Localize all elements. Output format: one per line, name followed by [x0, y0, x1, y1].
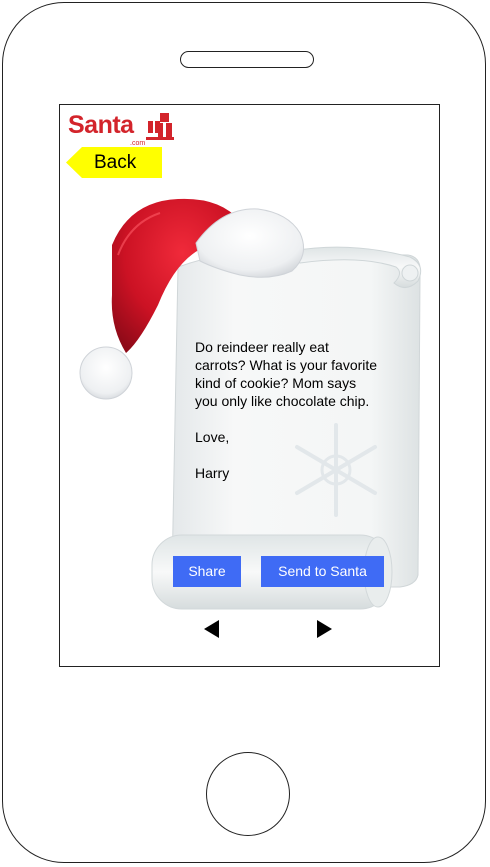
- triangle-right-icon[interactable]: [315, 619, 333, 639]
- triangle-left-icon[interactable]: [203, 619, 221, 639]
- logo-text: Santa: [68, 111, 134, 139]
- speaker-slot: [180, 51, 314, 68]
- back-button[interactable]: Back: [66, 146, 162, 179]
- gift-icon: [146, 113, 174, 140]
- letter-signature: Harry: [195, 465, 230, 481]
- phone-frame: Santa .com Back Do reindeer really eat c…: [2, 2, 486, 863]
- send-to-santa-button[interactable]: Send to Santa: [261, 556, 384, 587]
- home-button[interactable]: [206, 752, 290, 836]
- letter-body: Do reindeer really eat carrots? What is …: [195, 339, 378, 409]
- santa-logo[interactable]: Santa .com: [68, 109, 178, 149]
- share-button[interactable]: Share: [173, 556, 241, 587]
- app-screen: Santa .com Back Do reindeer really eat c…: [59, 104, 440, 667]
- letter-text: Do reindeer really eat carrots? What is …: [195, 338, 380, 500]
- back-label: Back: [94, 152, 137, 173]
- letter-closing: Love,: [195, 429, 230, 445]
